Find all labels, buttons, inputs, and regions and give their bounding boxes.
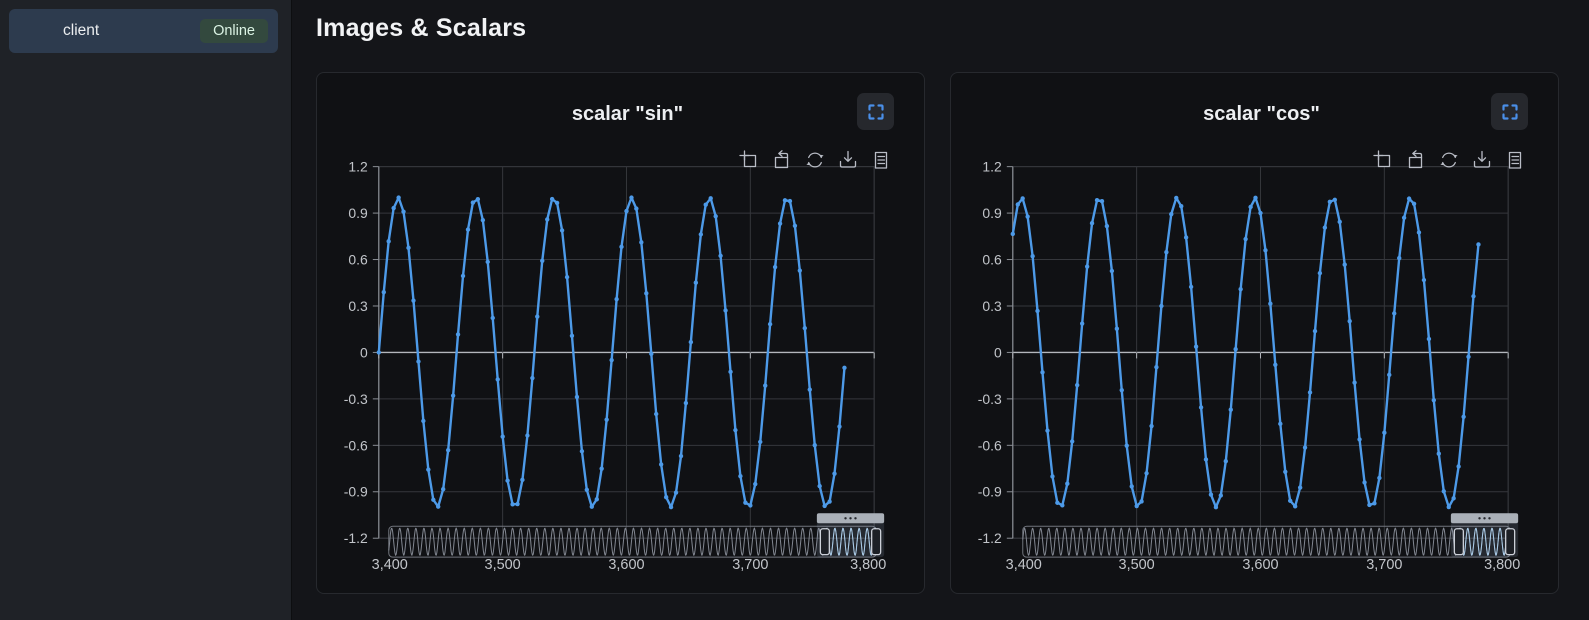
svg-text:3,700: 3,700 xyxy=(732,557,768,573)
svg-text:3,600: 3,600 xyxy=(608,557,644,573)
svg-text:-0.9: -0.9 xyxy=(978,484,1002,500)
app-root: client Online Images & Scalars 1.2 0.9 0.6… xyxy=(0,0,1589,620)
svg-text:-1.2: -1.2 xyxy=(344,530,368,546)
svg-text:3,400: 3,400 xyxy=(372,557,408,573)
datazoom-slider[interactable] xyxy=(389,513,884,557)
datazoom-move-handle[interactable] xyxy=(1451,513,1518,523)
svg-text:0.6: 0.6 xyxy=(982,252,1002,268)
datazoom-left-handle[interactable] xyxy=(1454,529,1463,555)
svg-text:0.3: 0.3 xyxy=(348,298,368,314)
datazoom-select-icon xyxy=(738,149,760,171)
save-image-icon xyxy=(837,149,859,171)
datazoom-select-icon xyxy=(1372,149,1394,171)
svg-text:0.3: 0.3 xyxy=(982,298,1002,314)
datazoom-select-button[interactable] xyxy=(738,149,760,171)
fullscreen-button[interactable] xyxy=(1491,93,1528,130)
fullscreen-icon xyxy=(1501,103,1519,121)
restore-button[interactable] xyxy=(1438,149,1460,171)
datazoom-move-handle[interactable] xyxy=(817,513,884,523)
svg-text:0.9: 0.9 xyxy=(982,205,1002,221)
data-view-icon xyxy=(870,149,892,171)
page-title: Images & Scalars xyxy=(316,14,1589,43)
fullscreen-icon xyxy=(867,103,885,121)
chart-card-sin: 1.20.90.60.30-0.3-0.6-0.9-1.23,4003,5003… xyxy=(316,72,925,594)
status-badge: Online xyxy=(200,19,268,43)
x-axis-labels: 3,400 3,500 3,600 3,700 3,800 xyxy=(372,557,887,573)
x-axis-labels: 3,400 3,500 3,600 3,700 3,800 xyxy=(1006,557,1521,573)
data-view-button[interactable] xyxy=(1504,149,1526,171)
svg-text:3,500: 3,500 xyxy=(485,557,521,573)
svg-text:1.2: 1.2 xyxy=(348,159,368,175)
datazoom-back-icon xyxy=(771,149,793,171)
svg-text:-0.9: -0.9 xyxy=(344,484,368,500)
restore-icon xyxy=(1438,149,1460,171)
svg-text:0.6: 0.6 xyxy=(348,252,368,268)
svg-text:0: 0 xyxy=(994,344,1002,360)
svg-text:-0.6: -0.6 xyxy=(978,437,1002,453)
svg-text:-0.3: -0.3 xyxy=(344,391,368,407)
sidebar: client Online xyxy=(0,0,292,620)
chart-card-cos: 1.20.90.60.30-0.3-0.6-0.9-1.23,4003,5003… xyxy=(950,72,1559,594)
datazoom-slider[interactable] xyxy=(1023,513,1518,557)
cards-row: 1.20.90.60.30-0.3-0.6-0.9-1.23,4003,5003… xyxy=(316,72,1589,594)
svg-text:3,800: 3,800 xyxy=(850,557,886,573)
datazoom-back-icon xyxy=(1405,149,1427,171)
chart-toolbar xyxy=(1372,149,1526,171)
svg-text:0: 0 xyxy=(360,344,368,360)
data-view-icon xyxy=(1504,149,1526,171)
y-axis-labels: 1.2 0.9 0.6 0.3 0 -0.3 -0.6 -0.9 -1.2 xyxy=(344,159,368,547)
fullscreen-button[interactable] xyxy=(857,93,894,130)
datazoom-back-button[interactable] xyxy=(771,149,793,171)
restore-button[interactable] xyxy=(804,149,826,171)
datazoom-right-handle[interactable] xyxy=(1506,529,1515,555)
datazoom-left-handle[interactable] xyxy=(820,529,829,555)
svg-text:3,600: 3,600 xyxy=(1242,557,1278,573)
datazoom-right-handle[interactable] xyxy=(872,529,881,555)
svg-text:-0.6: -0.6 xyxy=(344,437,368,453)
save-image-icon xyxy=(1471,149,1493,171)
svg-text:3,700: 3,700 xyxy=(1366,557,1402,573)
svg-text:3,800: 3,800 xyxy=(1484,557,1520,573)
save-image-button[interactable] xyxy=(1471,149,1493,171)
svg-text:0.9: 0.9 xyxy=(348,205,368,221)
chart-title: scalar "cos" xyxy=(1013,103,1510,126)
y-axis-labels: 1.2 0.9 0.6 0.3 0 -0.3 -0.6 -0.9 -1.2 xyxy=(978,159,1002,547)
svg-text:1.2: 1.2 xyxy=(982,159,1002,175)
client-label: client xyxy=(63,22,99,40)
svg-text:3,400: 3,400 xyxy=(1006,557,1042,573)
main-content: Images & Scalars 1.2 0.9 0.6 0.3 0 -0.3 -0.6 -0… xyxy=(292,0,1589,620)
chart-title: scalar "sin" xyxy=(379,103,876,126)
chart-toolbar xyxy=(738,149,892,171)
data-view-button[interactable] xyxy=(870,149,892,171)
datazoom-select-button[interactable] xyxy=(1372,149,1394,171)
restore-icon xyxy=(804,149,826,171)
svg-text:-0.3: -0.3 xyxy=(978,391,1002,407)
sidebar-item-client[interactable]: client Online xyxy=(9,9,278,53)
svg-text:-1.2: -1.2 xyxy=(978,530,1002,546)
svg-text:3,500: 3,500 xyxy=(1119,557,1155,573)
save-image-button[interactable] xyxy=(837,149,859,171)
datazoom-back-button[interactable] xyxy=(1405,149,1427,171)
